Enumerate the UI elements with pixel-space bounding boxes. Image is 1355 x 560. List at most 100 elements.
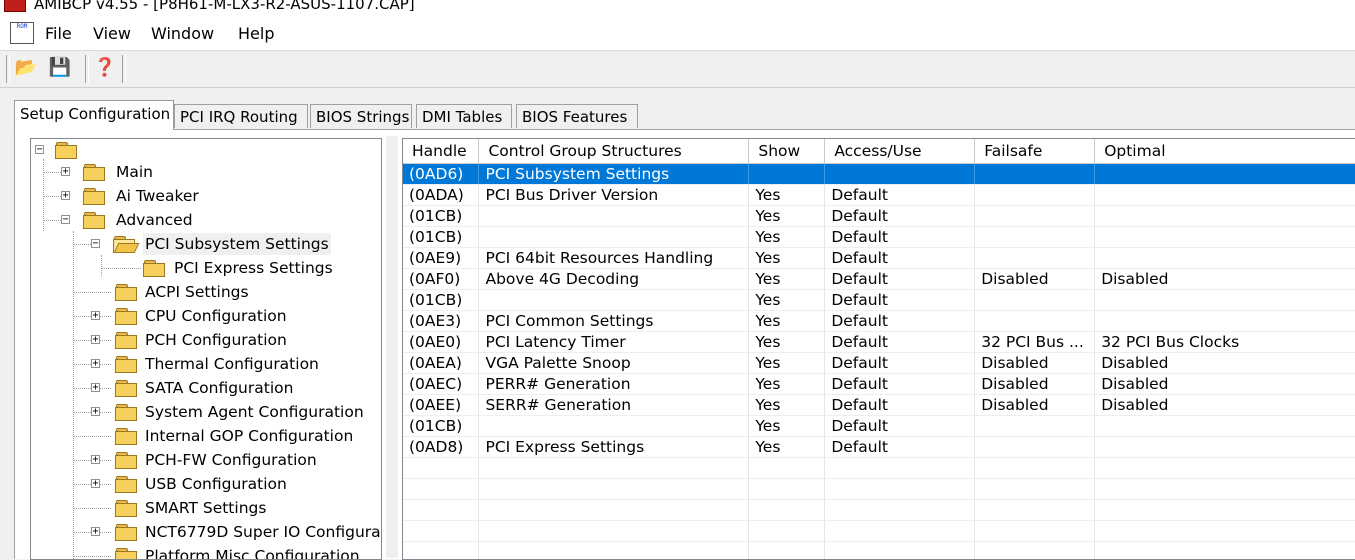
cell-failsafe[interactable] [975,416,1095,437]
expand-icon[interactable]: + [61,191,70,200]
cell-failsafe[interactable] [975,185,1095,206]
cell-failsafe[interactable] [975,500,1095,521]
expand-icon[interactable]: + [91,359,100,368]
tree-item-thermal-configuration[interactable]: + Thermal Configuration [31,353,381,377]
cell-show[interactable]: Yes [749,374,825,395]
table-row[interactable] [403,542,1355,560]
cell-handle[interactable]: (0AD8) [403,437,479,458]
open-folder-icon[interactable]: 📂 [14,57,38,79]
cell-show[interactable] [749,521,825,542]
cell-optimal[interactable]: Disabled [1095,395,1355,416]
cell-show[interactable]: Yes [749,269,825,290]
cell-failsafe[interactable] [975,542,1095,560]
expand-icon[interactable]: + [91,479,100,488]
cell-show[interactable]: Yes [749,206,825,227]
cell-optimal[interactable] [1095,290,1355,311]
tree-item-main[interactable]: + Main [31,161,381,185]
column-header-show[interactable]: Show [749,139,825,164]
pane-splitter[interactable] [386,136,398,558]
cell-access-use[interactable]: Default [825,227,975,248]
cell-access-use[interactable] [825,542,975,560]
cell-access-use[interactable]: Default [825,437,975,458]
table-row[interactable]: (0AEC)PERR# GenerationYesDefaultDisabled… [403,374,1355,395]
cell-handle[interactable] [403,521,479,542]
menu-help[interactable]: Help [238,24,274,43]
cell-optimal[interactable] [1095,437,1355,458]
cell-control-group[interactable]: PCI Bus Driver Version [479,185,749,206]
tab-bios-strings[interactable]: BIOS Strings [310,104,412,128]
tab-bios-features[interactable]: BIOS Features [516,104,638,128]
cell-handle[interactable]: (0AEA) [403,353,479,374]
cell-failsafe[interactable] [975,227,1095,248]
cell-access-use[interactable]: Default [825,311,975,332]
cell-access-use[interactable]: Default [825,332,975,353]
cell-control-group[interactable] [479,479,749,500]
tree-item-internal-gop-configuration[interactable]: Internal GOP Configuration [31,425,381,449]
menu-window[interactable]: Window [151,24,214,43]
cell-access-use[interactable]: Default [825,248,975,269]
cell-control-group[interactable]: Above 4G Decoding [479,269,749,290]
cell-show[interactable] [749,542,825,560]
cell-optimal[interactable] [1095,416,1355,437]
column-header-control-group[interactable]: Control Group Structures [479,139,749,164]
cell-handle[interactable]: (01CB) [403,227,479,248]
cell-show[interactable]: Yes [749,395,825,416]
expand-icon[interactable]: + [91,311,100,320]
expand-icon[interactable]: + [91,407,100,416]
cell-control-group[interactable]: PCI Subsystem Settings [479,164,749,185]
cell-show[interactable] [749,458,825,479]
tree-item-usb-configuration[interactable]: + USB Configuration [31,473,381,497]
cell-control-group[interactable]: PERR# Generation [479,374,749,395]
cell-access-use[interactable]: Default [825,290,975,311]
cell-control-group[interactable] [479,500,749,521]
cell-failsafe[interactable]: Disabled [975,353,1095,374]
cell-handle[interactable]: (0AE3) [403,311,479,332]
tree-item-system-agent-configuration[interactable]: + System Agent Configuration [31,401,381,425]
cell-show[interactable]: Yes [749,332,825,353]
cell-access-use[interactable]: Default [825,206,975,227]
cell-access-use[interactable] [825,500,975,521]
cell-show[interactable]: Yes [749,416,825,437]
cell-access-use[interactable]: Default [825,269,975,290]
column-header-handle[interactable]: Handle [403,139,479,164]
tree-root[interactable]: − [31,139,381,163]
tree-item-acpi-settings[interactable]: ACPI Settings [31,281,381,305]
collapse-icon[interactable]: − [91,239,100,248]
cell-optimal[interactable] [1095,542,1355,560]
table-row[interactable]: (0AE9)PCI 64bit Resources HandlingYesDef… [403,248,1355,269]
cell-failsafe[interactable] [975,248,1095,269]
cell-show[interactable] [749,164,825,185]
tree-item-pch-configuration[interactable]: + PCH Configuration [31,329,381,353]
cell-access-use[interactable] [825,164,975,185]
cell-failsafe[interactable] [975,458,1095,479]
cell-show[interactable]: Yes [749,311,825,332]
table-row[interactable]: (0AE3)PCI Common SettingsYesDefault [403,311,1355,332]
cell-failsafe[interactable] [975,164,1095,185]
cell-failsafe[interactable] [975,437,1095,458]
collapse-icon[interactable]: − [35,145,44,154]
table-row[interactable]: (0ADA)PCI Bus Driver VersionYesDefault [403,185,1355,206]
cell-control-group[interactable]: SERR# Generation [479,395,749,416]
menu-file[interactable]: File [45,24,72,43]
cell-handle[interactable]: (0AD6) [403,164,479,185]
menu-view[interactable]: View [93,24,131,43]
cell-optimal[interactable]: Disabled [1095,374,1355,395]
expand-icon[interactable]: + [61,167,70,176]
table-row[interactable]: (0AE0)PCI Latency TimerYesDefault32 PCI … [403,332,1355,353]
cell-handle[interactable]: (0AE9) [403,248,479,269]
cell-control-group[interactable] [479,542,749,560]
cell-show[interactable]: Yes [749,437,825,458]
cell-failsafe[interactable]: Disabled [975,395,1095,416]
table-row[interactable] [403,479,1355,500]
table-row[interactable]: (01CB)YesDefault [403,416,1355,437]
cell-access-use[interactable] [825,479,975,500]
column-header-failsafe[interactable]: Failsafe [975,139,1095,164]
cell-optimal[interactable] [1095,458,1355,479]
tree-item-pch-fw-configuration[interactable]: + PCH-FW Configuration [31,449,381,473]
cell-access-use[interactable]: Default [825,353,975,374]
help-question-icon[interactable]: ❓ [93,57,117,79]
cell-access-use[interactable] [825,458,975,479]
cell-optimal[interactable] [1095,311,1355,332]
cell-handle[interactable] [403,458,479,479]
cell-show[interactable]: Yes [749,227,825,248]
